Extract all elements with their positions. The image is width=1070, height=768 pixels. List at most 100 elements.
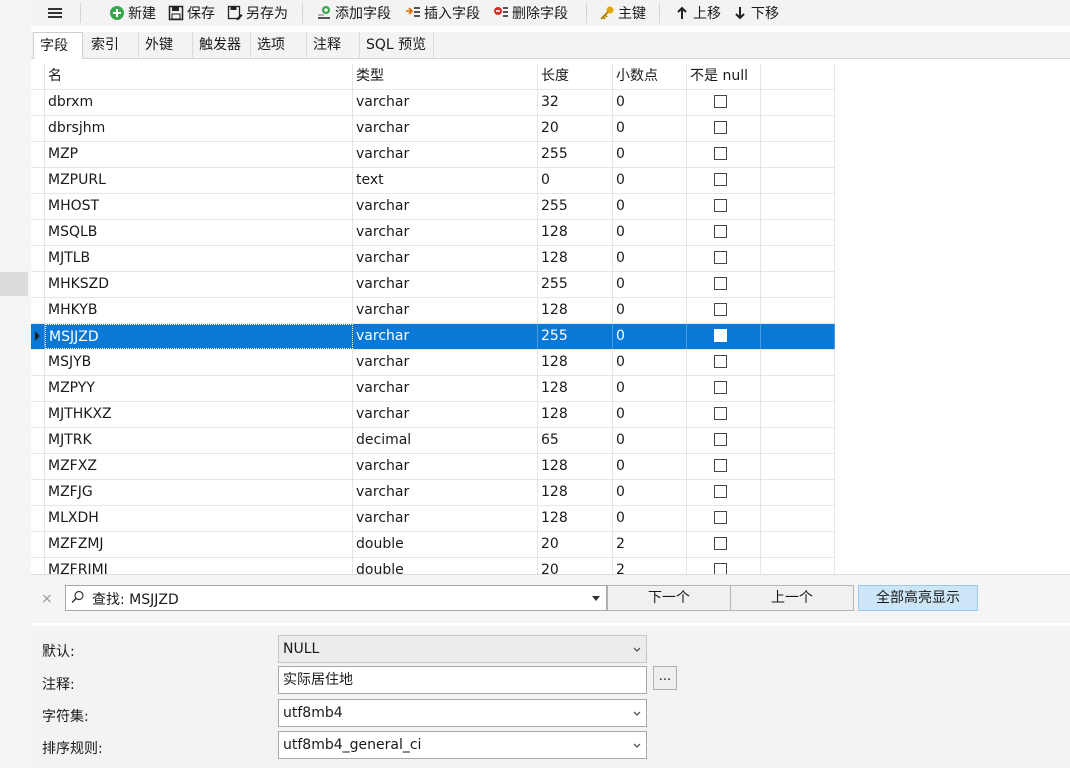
field-name-cell[interactable]: MZPURL (45, 168, 353, 193)
field-type-cell[interactable]: decimal (353, 428, 538, 453)
table-row[interactable]: MZFJG varchar 128 0 (31, 480, 835, 506)
field-type-cell[interactable]: varchar (353, 272, 538, 297)
tab-comment[interactable]: 注释 (307, 32, 360, 58)
table-row[interactable]: MZPYY varchar 128 0 (31, 376, 835, 402)
field-length-cell[interactable]: 255 (538, 194, 613, 219)
not-null-checkbox[interactable] (714, 121, 727, 134)
new-button[interactable]: 新建 (109, 2, 156, 24)
table-row[interactable]: MSJJZD varchar 255 0 (31, 324, 835, 350)
field-decimals-cell[interactable]: 0 (613, 454, 687, 479)
field-name-cell[interactable]: MHOST (45, 194, 353, 219)
field-not-null-cell[interactable] (687, 480, 761, 505)
table-row[interactable]: MSQLB varchar 128 0 (31, 220, 835, 246)
field-not-null-cell[interactable] (687, 168, 761, 193)
field-not-null-cell[interactable] (687, 376, 761, 401)
field-decimals-cell[interactable]: 0 (613, 272, 687, 297)
table-row[interactable]: MLXDH varchar 128 0 (31, 506, 835, 532)
field-decimals-cell[interactable]: 0 (613, 194, 687, 219)
not-null-checkbox[interactable] (714, 511, 727, 524)
find-next-button[interactable]: 下一个 (607, 585, 731, 611)
insert-field-button[interactable]: 插入字段 (405, 2, 480, 24)
field-name-cell[interactable]: MSJYB (45, 350, 353, 375)
field-decimals-cell[interactable]: 0 (613, 324, 687, 349)
field-not-null-cell[interactable] (687, 350, 761, 375)
save-as-button[interactable]: 另存为 (227, 2, 288, 24)
not-null-checkbox[interactable] (714, 537, 727, 550)
not-null-checkbox[interactable] (714, 381, 727, 394)
field-not-null-cell[interactable] (687, 194, 761, 219)
table-row[interactable]: MHOST varchar 255 0 (31, 194, 835, 220)
move-down-button[interactable]: 下移 (732, 2, 779, 24)
field-decimals-cell[interactable]: 0 (613, 246, 687, 271)
not-null-checkbox[interactable] (714, 329, 727, 342)
table-row[interactable]: MJTLB varchar 128 0 (31, 246, 835, 272)
field-length-cell[interactable]: 128 (538, 350, 613, 375)
primary-key-button[interactable]: 主键 (599, 2, 646, 24)
field-type-cell[interactable]: varchar (353, 298, 538, 323)
tab-options[interactable]: 选项 (251, 32, 307, 58)
field-not-null-cell[interactable] (687, 142, 761, 167)
field-name-cell[interactable]: dbrxm (45, 90, 353, 115)
add-field-button[interactable]: 添加字段 (316, 2, 391, 24)
field-length-cell[interactable]: 128 (538, 402, 613, 427)
field-type-cell[interactable]: varchar (353, 402, 538, 427)
field-decimals-cell[interactable]: 0 (613, 298, 687, 323)
field-not-null-cell[interactable] (687, 324, 761, 349)
field-length-cell[interactable]: 255 (538, 324, 613, 349)
field-not-null-cell[interactable] (687, 454, 761, 479)
table-row[interactable]: MZP varchar 255 0 (31, 142, 835, 168)
not-null-checkbox[interactable] (714, 303, 727, 316)
field-type-cell[interactable]: varchar (353, 350, 538, 375)
not-null-checkbox[interactable] (714, 459, 727, 472)
field-type-cell[interactable]: varchar (353, 246, 538, 271)
field-decimals-cell[interactable]: 0 (613, 480, 687, 505)
field-not-null-cell[interactable] (687, 116, 761, 141)
field-decimals-cell[interactable]: 0 (613, 90, 687, 115)
table-row[interactable]: MSJYB varchar 128 0 (31, 350, 835, 376)
find-dropdown-arrow-icon[interactable] (592, 596, 600, 601)
field-not-null-cell[interactable] (687, 428, 761, 453)
field-not-null-cell[interactable] (687, 246, 761, 271)
table-row[interactable]: MHKYB varchar 128 0 (31, 298, 835, 324)
field-length-cell[interactable]: 255 (538, 142, 613, 167)
save-button[interactable]: 保存 (168, 2, 215, 24)
field-type-cell[interactable]: varchar (353, 194, 538, 219)
field-name-cell[interactable]: MHKSZD (45, 272, 353, 297)
not-null-checkbox[interactable] (714, 225, 727, 238)
not-null-checkbox[interactable] (714, 485, 727, 498)
field-not-null-cell[interactable] (687, 402, 761, 427)
table-row[interactable]: MHKSZD varchar 255 0 (31, 272, 835, 298)
delete-field-button[interactable]: 删除字段 (493, 2, 568, 24)
field-not-null-cell[interactable] (687, 90, 761, 115)
not-null-checkbox[interactable] (714, 95, 727, 108)
field-length-cell[interactable]: 128 (538, 506, 613, 531)
field-decimals-cell[interactable]: 0 (613, 402, 687, 427)
field-name-cell[interactable]: MZFZMJ (45, 532, 353, 557)
field-type-cell[interactable]: varchar (353, 90, 538, 115)
field-name-cell[interactable]: MHKYB (45, 298, 353, 323)
column-header-decimals[interactable]: 小数点 (613, 64, 687, 89)
tab-triggers[interactable]: 触发器 (193, 32, 251, 58)
tab-indexes[interactable]: 索引 (85, 32, 139, 58)
field-name-cell[interactable]: MZPYY (45, 376, 353, 401)
field-length-cell[interactable]: 20 (538, 532, 613, 557)
table-row[interactable]: dbrxm varchar 32 0 (31, 90, 835, 116)
field-type-cell[interactable]: text (353, 168, 538, 193)
field-decimals-cell[interactable]: 0 (613, 506, 687, 531)
field-decimals-cell[interactable]: 0 (613, 428, 687, 453)
field-length-cell[interactable]: 65 (538, 428, 613, 453)
field-name-cell[interactable]: MLXDH (45, 506, 353, 531)
field-decimals-cell[interactable]: 0 (613, 168, 687, 193)
field-not-null-cell[interactable] (687, 220, 761, 245)
not-null-checkbox[interactable] (714, 173, 727, 186)
not-null-checkbox[interactable] (714, 355, 727, 368)
field-not-null-cell[interactable] (687, 532, 761, 557)
field-type-cell[interactable]: varchar (353, 324, 538, 349)
comment-edit-button[interactable]: ... (653, 666, 677, 690)
field-decimals-cell[interactable]: 2 (613, 532, 687, 557)
not-null-checkbox[interactable] (714, 433, 727, 446)
field-length-cell[interactable]: 128 (538, 246, 613, 271)
tab-foreign-keys[interactable]: 外键 (139, 32, 193, 58)
field-length-cell[interactable]: 128 (538, 376, 613, 401)
field-name-cell[interactable]: MJTHKXZ (45, 402, 353, 427)
